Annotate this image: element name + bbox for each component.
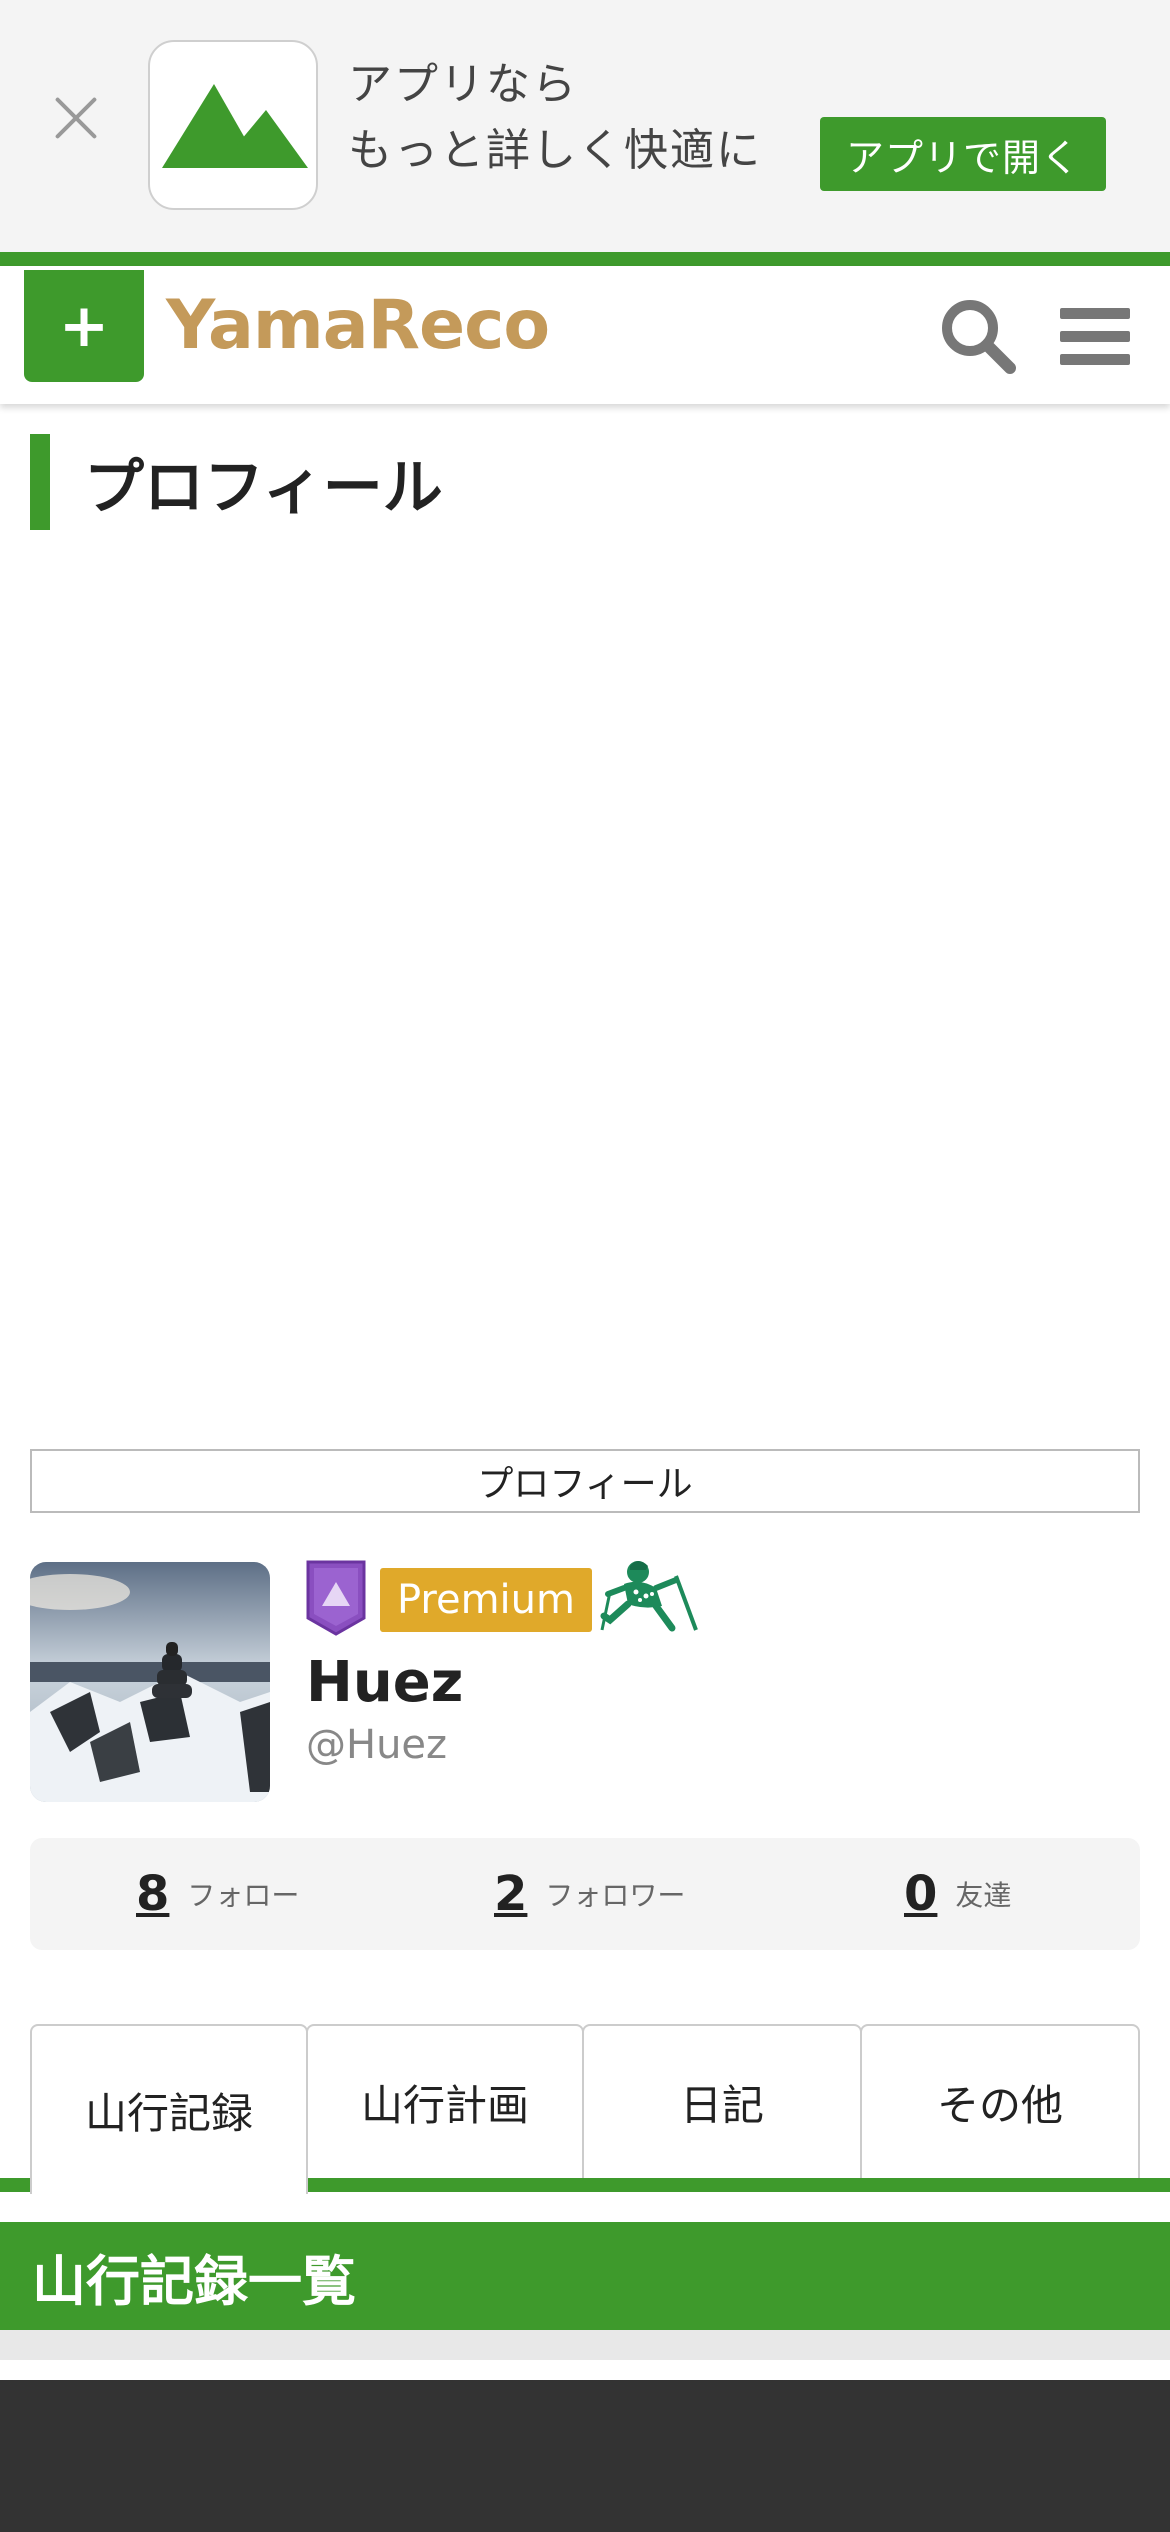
open-in-app-button[interactable]: アプリで開く bbox=[820, 117, 1106, 191]
shield-badge-icon bbox=[306, 1560, 366, 1636]
footer-area bbox=[0, 2380, 1170, 2532]
stat-followers-label: フォロワー bbox=[545, 1879, 686, 1912]
banner-text: アプリなら もっと詳しく快適に bbox=[348, 52, 788, 184]
page-title: プロフィール bbox=[30, 434, 443, 530]
banner-line-2: もっと詳しく快適に bbox=[348, 125, 762, 176]
stat-friends[interactable]: 0 友達 bbox=[904, 1838, 1011, 1950]
premium-badge: Premium bbox=[380, 1568, 592, 1632]
stat-friends-count[interactable]: 0 bbox=[904, 1866, 937, 1922]
mountain-app-icon bbox=[148, 40, 318, 210]
stat-following-label: フォロー bbox=[187, 1879, 300, 1912]
header-stripe bbox=[0, 252, 1170, 266]
section-divider bbox=[0, 2330, 1170, 2360]
app-install-banner: アプリなら もっと詳しく快適に アプリで開く bbox=[0, 0, 1170, 252]
yamareco-logo[interactable]: YamaReco bbox=[166, 286, 550, 365]
stat-friends-label: 友達 bbox=[955, 1879, 1012, 1912]
menu-icon[interactable] bbox=[1060, 304, 1130, 368]
avatar[interactable] bbox=[30, 1562, 270, 1802]
plus-icon: + bbox=[58, 291, 110, 361]
close-icon[interactable] bbox=[48, 90, 104, 146]
profile-handle: @Huez bbox=[306, 1722, 448, 1768]
stat-following[interactable]: 8 フォロー bbox=[136, 1838, 299, 1950]
follow-stats: 8 フォロー 2 フォロワー 0 友達 bbox=[30, 1838, 1140, 1950]
tab-other[interactable]: その他 bbox=[860, 2024, 1140, 2178]
hiker-icon bbox=[600, 1558, 702, 1634]
profile-tab-label[interactable]: プロフィール bbox=[30, 1449, 1140, 1513]
stat-following-count[interactable]: 8 bbox=[136, 1866, 169, 1922]
stat-followers-count[interactable]: 2 bbox=[494, 1866, 527, 1922]
tab-diary[interactable]: 日記 bbox=[582, 2024, 862, 2178]
content-tabs: 山行記録 山行計画 日記 その他 bbox=[30, 2024, 1140, 2194]
profile-name: Huez bbox=[306, 1650, 464, 1715]
tab-records[interactable]: 山行記録 bbox=[30, 2024, 308, 2194]
add-record-button[interactable]: + bbox=[24, 270, 144, 382]
banner-line-1: アプリなら bbox=[348, 59, 578, 110]
search-icon[interactable] bbox=[938, 296, 1018, 376]
tab-plans[interactable]: 山行計画 bbox=[306, 2024, 584, 2178]
section-title: 山行記録一覧 bbox=[0, 2222, 1170, 2330]
stat-followers[interactable]: 2 フォロワー bbox=[494, 1838, 685, 1950]
site-header: + YamaReco bbox=[0, 266, 1170, 404]
